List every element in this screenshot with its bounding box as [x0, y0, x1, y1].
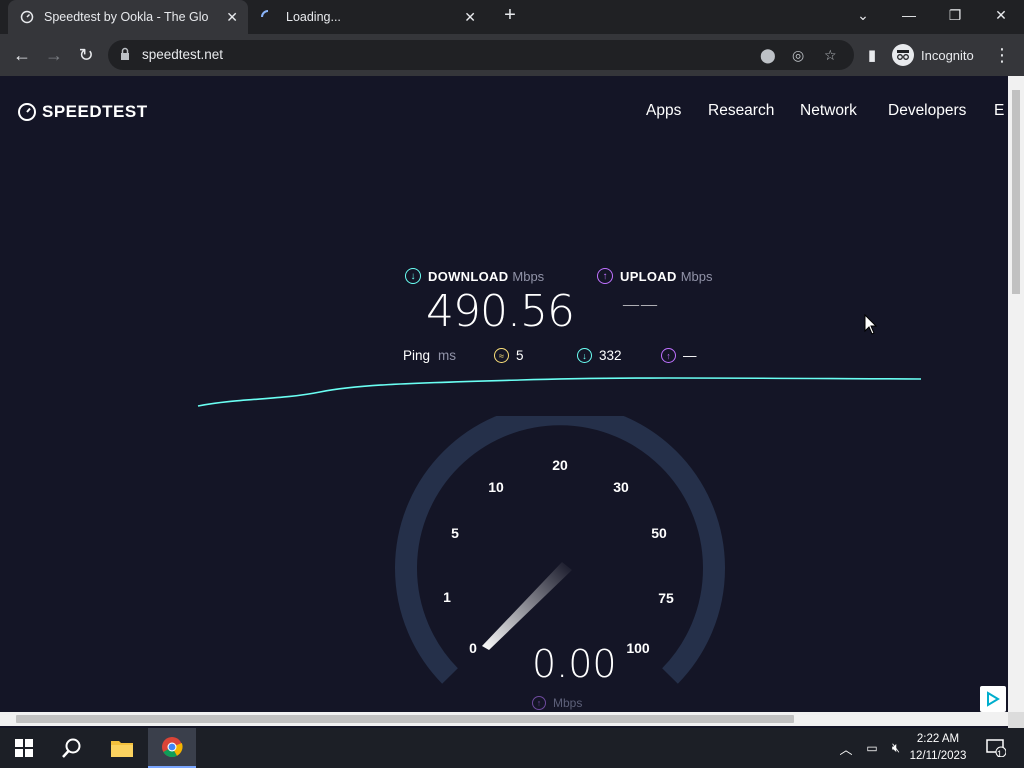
speed-graph	[197, 377, 922, 407]
adchoices-icon[interactable]	[980, 686, 1006, 712]
url-text: speedtest.net	[142, 47, 224, 62]
download-speed-line	[197, 377, 922, 407]
bookmark-star-icon[interactable]: ☆	[824, 47, 837, 64]
new-tab-button[interactable]: +	[498, 4, 522, 27]
side-panel-icon[interactable]: ▮	[860, 43, 884, 67]
mouse-cursor-icon	[864, 314, 878, 335]
volume-muted-icon[interactable]: 🔇︎	[884, 728, 908, 768]
incognito-icon	[892, 44, 914, 66]
browser-toolbar: ← → ↻ speedtest.net ⬤ ◎ ☆ ▮ Incognito ⋮	[0, 34, 1024, 76]
gauge-tick-75: 75	[658, 590, 674, 606]
gauge-tick-100: 100	[626, 640, 650, 656]
gauge-unit: ↑ Mbps	[532, 696, 582, 710]
incognito-badge[interactable]: Incognito	[892, 42, 974, 68]
file-explorer-icon[interactable]	[98, 728, 146, 768]
tracking-blocked-eye-icon[interactable]: ◎	[792, 47, 804, 64]
windows-taskbar: ︿ ▭ 🔇︎ 2:22 AM 12/11/2023 1	[0, 728, 1024, 768]
taskbar-clock[interactable]: 2:22 AM 12/11/2023	[906, 731, 970, 765]
tab-title: Loading...	[286, 10, 341, 24]
search-icon[interactable]	[48, 728, 96, 768]
incognito-label: Incognito	[921, 47, 974, 63]
speedtest-page: SPEEDTEST Apps Research Network Develope…	[0, 76, 1008, 712]
vertical-scrollbar[interactable]	[1008, 76, 1024, 726]
gauge-needle	[482, 562, 572, 650]
restore-button[interactable]: ❐	[932, 0, 978, 30]
chrome-taskbar-icon[interactable]	[148, 728, 196, 768]
loading-spinner-icon	[261, 10, 269, 18]
tab-speedtest[interactable]: Speedtest by Ookla - The Global ✕	[8, 0, 248, 34]
notification-center-icon[interactable]: 1	[978, 728, 1014, 768]
more-menu-icon[interactable]: ⋮	[990, 43, 1014, 67]
speedtest-favicon	[20, 10, 34, 24]
notification-count: 1	[997, 749, 1003, 759]
horizontal-scrollbar[interactable]	[0, 712, 1008, 726]
upload-arrow-icon: ↑	[532, 696, 546, 710]
close-tab-icon[interactable]: ✕	[464, 9, 476, 26]
network-icon[interactable]: ▭	[860, 728, 884, 768]
close-window-button[interactable]: ✕	[978, 0, 1024, 30]
gauge-reading: 0.00	[532, 642, 617, 686]
tab-loading[interactable]: Loading... ✕	[250, 0, 486, 34]
tab-search-chevron-icon[interactable]: ⌄	[840, 0, 886, 30]
gauge-tick-1: 1	[443, 589, 451, 605]
gauge-track	[395, 416, 725, 684]
location-pin-icon[interactable]: ⬤	[760, 47, 776, 64]
minimize-button[interactable]: —	[886, 0, 932, 30]
gauge-tick-50: 50	[651, 525, 667, 541]
gauge-tick-0: 0	[469, 640, 477, 656]
back-button[interactable]: ←	[10, 43, 34, 67]
gauge-tick-20: 20	[552, 457, 568, 473]
vertical-scroll-thumb[interactable]	[1012, 90, 1020, 294]
show-hidden-icons-chevron-icon[interactable]: ︿	[834, 728, 858, 768]
reload-button[interactable]: ↻	[74, 43, 98, 67]
browser-tab-strip: Speedtest by Ookla - The Global ✕ Loadin…	[0, 0, 1024, 34]
forward-button[interactable]: →	[42, 43, 66, 67]
windows-start-icon[interactable]	[0, 728, 48, 768]
close-tab-icon[interactable]: ✕	[226, 9, 238, 26]
lock-icon	[121, 47, 129, 60]
tab-title: Speedtest by Ookla - The Global	[44, 10, 209, 24]
scrollbar-corner	[1008, 712, 1024, 728]
horizontal-scroll-thumb[interactable]	[16, 715, 794, 723]
gauge-tick-30: 30	[613, 479, 629, 495]
gauge-tick-5: 5	[451, 525, 459, 541]
gauge-tick-10: 10	[488, 479, 504, 495]
address-bar[interactable]: speedtest.net ⬤ ◎ ☆	[108, 40, 854, 70]
